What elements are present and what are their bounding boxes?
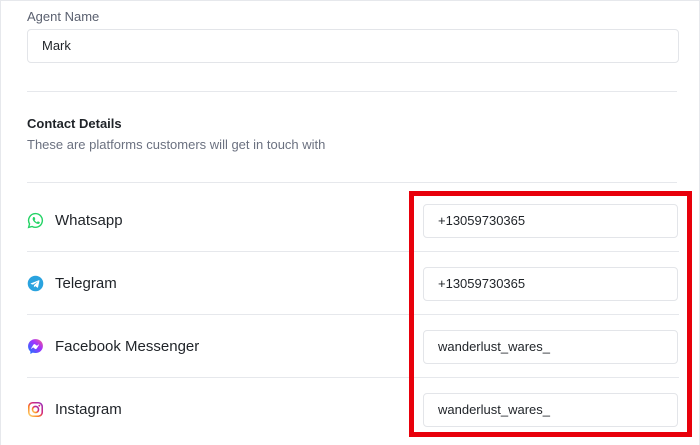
telegram-input[interactable]: +13059730365: [423, 267, 678, 301]
contact-label: Telegram: [55, 275, 117, 292]
contact-row-instagram: Instagram wanderlust_wares_: [27, 379, 679, 441]
contact-label: Instagram: [55, 401, 122, 418]
contact-row-whatsapp: Whatsapp +13059730365: [27, 190, 679, 252]
row-divider: [27, 377, 679, 378]
messenger-input[interactable]: wanderlust_wares_: [423, 330, 678, 364]
contact-row-messenger: Facebook Messenger wanderlust_wares_: [27, 316, 679, 378]
agent-name-label: Agent Name: [27, 9, 100, 24]
contact-details-subtitle: These are platforms customers will get i…: [27, 137, 326, 152]
contact-details-title: Contact Details: [27, 116, 122, 131]
contact-label: Whatsapp: [55, 212, 123, 229]
divider: [27, 182, 677, 183]
agent-name-input[interactable]: Mark: [27, 29, 679, 63]
telegram-icon: [27, 275, 44, 292]
contact-row-telegram: Telegram +13059730365: [27, 253, 679, 315]
whatsapp-icon: [27, 212, 44, 229]
instagram-icon: [27, 401, 44, 418]
row-divider: [27, 251, 679, 252]
row-divider: [27, 314, 679, 315]
contact-label: Facebook Messenger: [55, 338, 200, 355]
messenger-icon: [28, 339, 43, 354]
whatsapp-input[interactable]: +13059730365: [423, 204, 678, 238]
instagram-input[interactable]: wanderlust_wares_: [423, 393, 678, 427]
agent-settings-panel: Agent Name Mark Contact Details These ar…: [0, 0, 700, 445]
divider: [27, 91, 677, 92]
